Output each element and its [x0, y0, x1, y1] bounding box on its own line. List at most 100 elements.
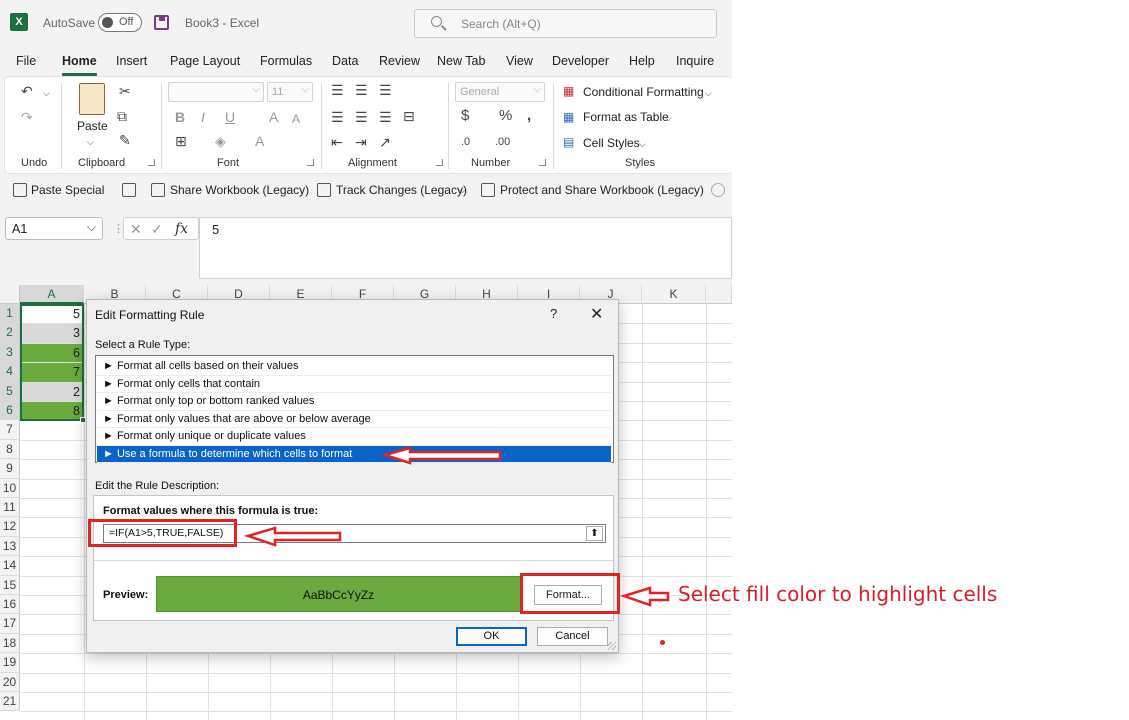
row-header[interactable]: 20	[0, 672, 20, 692]
column-header[interactable]: K	[642, 285, 706, 304]
align-top-icon[interactable]: ☰	[331, 83, 344, 97]
search-box[interactable]: Search (Alt+Q)	[414, 9, 717, 38]
track-changes-icon[interactable]	[317, 183, 331, 197]
currency-icon[interactable]: $	[461, 108, 469, 123]
protect-share-icon[interactable]	[481, 183, 495, 197]
align-right-icon[interactable]: ☰	[379, 110, 392, 124]
column-header[interactable]: A	[20, 285, 84, 304]
cancel-button[interactable]: Cancel	[537, 627, 608, 646]
row-header[interactable]: 17	[0, 614, 20, 634]
underline-icon[interactable]: U	[225, 110, 235, 124]
comma-style-icon[interactable]: ,	[527, 108, 531, 123]
row-header[interactable]: 10	[0, 478, 20, 498]
tab-inquire[interactable]: Inquire	[676, 54, 714, 68]
tab-review[interactable]: Review	[379, 54, 420, 68]
row-header[interactable]: 14	[0, 556, 20, 576]
rule-type-item[interactable]: ► Format only values that are above or b…	[97, 411, 611, 428]
paste-special-icon[interactable]	[13, 183, 27, 197]
align-left-icon[interactable]: ☰	[331, 110, 344, 124]
cell-styles-button[interactable]: Cell Styles	[583, 136, 640, 150]
row-header[interactable]: 11	[0, 498, 20, 518]
chevron-down-icon[interactable]: ⌵	[43, 86, 50, 100]
tab-new-tab[interactable]: New Tab	[437, 54, 485, 68]
dialog-launcher-icon[interactable]	[539, 159, 546, 166]
rule-type-item[interactable]: ► Format only top or bottom ranked value…	[97, 393, 611, 411]
dialog-launcher-icon[interactable]	[148, 159, 155, 166]
format-as-table-icon[interactable]: ▦	[563, 110, 574, 124]
row-header[interactable]: 19	[0, 653, 20, 673]
merge-center-icon[interactable]: ⊟	[403, 109, 415, 123]
bold-icon[interactable]: B	[175, 110, 185, 124]
tab-page-layout[interactable]: Page Layout	[170, 54, 240, 68]
increase-indent-icon[interactable]: ⇥	[355, 135, 367, 149]
dialog-launcher-icon[interactable]	[307, 159, 314, 166]
track-changes-button[interactable]: Track Changes (Legacy)	[336, 183, 467, 197]
row-header[interactable]: 21	[0, 692, 20, 712]
tab-developer[interactable]: Developer	[552, 54, 609, 68]
cancel-entry-icon[interactable]: ✕	[130, 221, 142, 238]
cell-styles-icon[interactable]: ▤	[563, 135, 574, 149]
ok-button[interactable]: OK	[456, 627, 527, 646]
undo-icon[interactable]: ↶	[21, 84, 33, 98]
paste-label[interactable]: Paste	[77, 119, 108, 133]
save-icon[interactable]	[154, 15, 169, 30]
row-header[interactable]: 12	[0, 517, 20, 537]
rule-type-item[interactable]: ► Format only cells that contain	[97, 376, 611, 393]
row-header[interactable]: 16	[0, 595, 20, 615]
chevron-down-icon[interactable]: ⌵	[705, 86, 712, 100]
tab-view[interactable]: View	[506, 54, 533, 68]
row-header[interactable]: 8	[0, 439, 20, 460]
workbook-icon[interactable]	[122, 183, 136, 197]
conditional-formatting-icon[interactable]: ▦	[563, 84, 574, 98]
percent-icon[interactable]: %	[499, 108, 512, 123]
row-header[interactable]: 9	[0, 459, 20, 479]
chevron-down-icon[interactable]: ⌵	[87, 135, 94, 149]
fill-color-icon[interactable]: ◈	[215, 134, 226, 148]
tab-help[interactable]: Help	[629, 54, 655, 68]
font-name-combo[interactable]	[168, 82, 264, 102]
row-header[interactable]: 18	[0, 633, 20, 654]
copy-icon[interactable]: ⧉	[117, 109, 127, 123]
align-middle-icon[interactable]: ☰	[355, 83, 368, 97]
decrease-font-icon[interactable]: A	[292, 112, 300, 126]
number-format-combo[interactable]: General	[455, 82, 545, 102]
insert-function-icon[interactable]: fx	[175, 221, 188, 237]
rule-type-item-selected[interactable]: ► Use a formula to determine which cells…	[97, 445, 611, 463]
rule-type-item[interactable]: ► Format only unique or duplicate values	[97, 428, 611, 446]
align-bottom-icon[interactable]: ☰	[379, 83, 392, 97]
increase-decimal-icon[interactable]: .0	[461, 135, 470, 149]
share-workbook-icon[interactable]	[151, 183, 165, 197]
format-as-table-button[interactable]: Format as Table	[583, 110, 669, 124]
row-header[interactable]: 7	[0, 420, 20, 440]
orientation-icon[interactable]: ↗	[379, 135, 391, 149]
tab-data[interactable]: Data	[332, 54, 358, 68]
increase-font-icon[interactable]: A	[269, 110, 278, 124]
decrease-decimal-icon[interactable]: .00	[495, 135, 510, 149]
tab-insert[interactable]: Insert	[116, 54, 147, 68]
close-icon[interactable]: ✕	[590, 304, 603, 324]
formula-input[interactable]: 5	[199, 217, 732, 279]
align-center-icon[interactable]: ☰	[355, 110, 368, 124]
row-header[interactable]: 15	[0, 575, 20, 595]
tab-file[interactable]: File	[16, 54, 36, 68]
row-header[interactable]: 4	[0, 362, 20, 382]
more-icon[interactable]	[711, 183, 725, 197]
font-color-icon[interactable]: A	[255, 134, 264, 148]
row-header[interactable]: 2	[0, 323, 20, 343]
paste-special-button[interactable]: Paste Special	[31, 183, 104, 197]
format-painter-icon[interactable]: ✎	[119, 133, 131, 147]
dialog-launcher-icon[interactable]	[436, 159, 443, 166]
cut-icon[interactable]: ✂	[119, 84, 131, 98]
tab-formulas[interactable]: Formulas	[260, 54, 312, 68]
decrease-indent-icon[interactable]: ⇤	[331, 135, 343, 149]
font-size-combo[interactable]: 11	[267, 82, 313, 102]
collapse-dialog-icon[interactable]: ⬆	[586, 526, 603, 541]
share-workbook-button[interactable]: Share Workbook (Legacy)	[170, 183, 309, 197]
paste-icon[interactable]	[79, 83, 105, 115]
chevron-down-icon[interactable]: ⌵	[665, 111, 672, 125]
conditional-formatting-button[interactable]: Conditional Formatting	[583, 85, 704, 99]
borders-icon[interactable]: ⊞	[175, 134, 187, 148]
row-header[interactable]: 13	[0, 536, 20, 557]
column-header[interactable]	[706, 285, 732, 304]
autosave-toggle[interactable]: Off	[98, 13, 142, 32]
